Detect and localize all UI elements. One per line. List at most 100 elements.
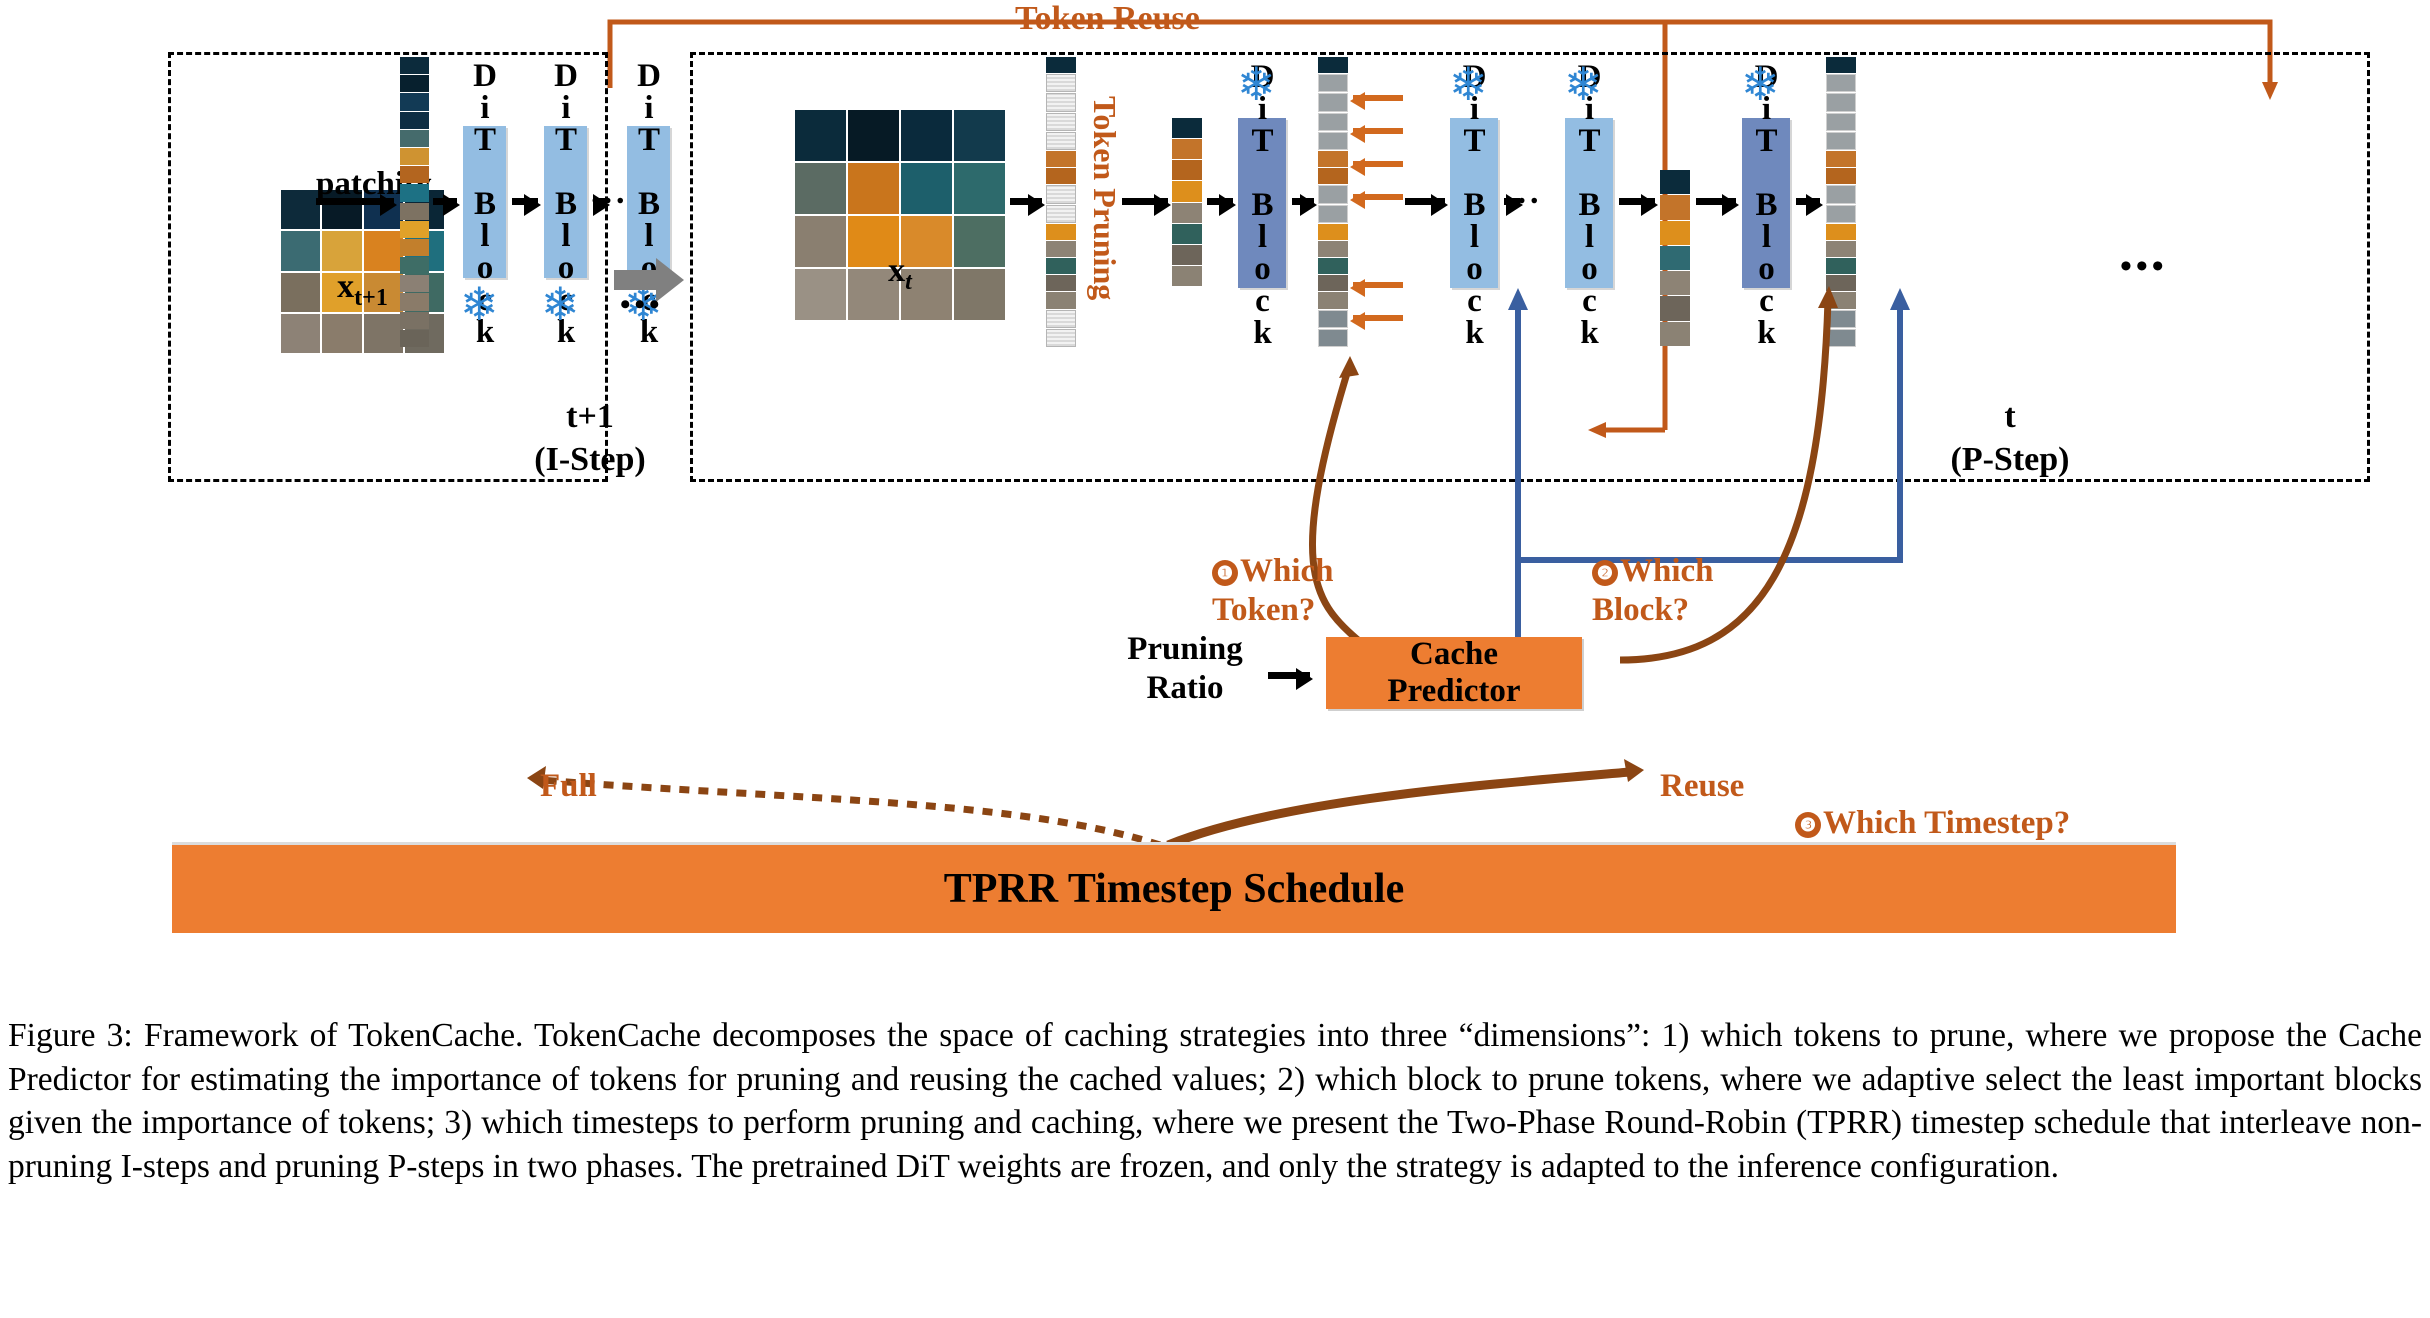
token xyxy=(1826,240,1856,258)
token xyxy=(1046,150,1076,168)
block1-out-arrow xyxy=(1292,194,1317,216)
token-pruned xyxy=(1046,185,1076,204)
token xyxy=(1172,202,1202,223)
token xyxy=(1046,258,1076,275)
block-arrow-left-1 xyxy=(512,194,541,216)
token-pruning-arrow xyxy=(1122,194,1171,216)
patch-cell xyxy=(322,313,362,353)
token-cached xyxy=(1318,185,1348,204)
step-label-left: t+1 (I-Step) xyxy=(500,396,680,481)
token xyxy=(400,275,429,293)
cache-inject-arrow xyxy=(1350,279,1403,297)
step-label-right-line1: t xyxy=(2004,398,2016,435)
token xyxy=(1172,223,1202,244)
dit-block-right-1[interactable]: DiT Block xyxy=(1238,59,1286,347)
token-cached xyxy=(1826,328,1856,347)
token xyxy=(1318,223,1348,240)
token xyxy=(1826,292,1856,309)
token xyxy=(1318,57,1348,74)
pruning-ratio-line2: Ratio xyxy=(1146,669,1224,706)
tprr-schedule-label: TPRR Timestep Schedule xyxy=(943,866,1405,912)
snowflake-icon: ❄ xyxy=(541,279,580,330)
cache-predictor-line1: Cache xyxy=(1410,636,1498,673)
token xyxy=(1046,223,1076,240)
token-cached xyxy=(1318,112,1348,131)
cache-predictor-line2: Predictor xyxy=(1387,673,1521,709)
token-cached xyxy=(1826,309,1856,328)
token-pruned xyxy=(1046,328,1076,347)
token xyxy=(1660,170,1690,195)
token xyxy=(1046,240,1076,258)
token-column-output xyxy=(1826,57,1856,347)
step-label-right: t (P-Step) xyxy=(1900,396,2120,481)
token xyxy=(400,293,429,311)
snowflake-icon: ❄ xyxy=(1449,59,1488,110)
token xyxy=(400,329,429,347)
token-pruned xyxy=(1046,112,1076,131)
input-symbol-left: x xyxy=(337,268,355,305)
token-cached xyxy=(1318,93,1348,112)
dit-block-left-1[interactable]: DiT Block xyxy=(463,58,506,346)
token xyxy=(1318,150,1348,168)
question-1-line1: Which xyxy=(1240,553,1334,589)
token-cached xyxy=(1826,93,1856,112)
token xyxy=(1046,168,1076,185)
trailing-ellipsis: ••• xyxy=(2120,248,2168,285)
token-reuse-label: Token Reuse xyxy=(1015,0,1200,37)
token xyxy=(1318,240,1348,258)
token-cached xyxy=(1826,185,1856,204)
token xyxy=(1046,275,1076,292)
token xyxy=(1172,181,1202,202)
dit-block-right-4[interactable]: DiT Block xyxy=(1742,59,1790,347)
cached-to-block2-arrow xyxy=(1405,194,1448,216)
token xyxy=(400,129,429,147)
token-pruning-label: Token Pruning xyxy=(1087,96,1123,301)
token xyxy=(400,75,429,93)
question-3-text: Which Timestep? xyxy=(1823,805,2071,841)
token xyxy=(1172,118,1202,139)
input-subscript-right: t xyxy=(905,268,912,295)
input-symbol-right: x xyxy=(888,252,906,289)
dit-block-right-3[interactable]: DiT Block xyxy=(1565,59,1613,347)
token xyxy=(1172,265,1202,286)
token-pruned xyxy=(1046,93,1076,112)
token xyxy=(1660,195,1690,220)
token xyxy=(1826,150,1856,168)
token-to-block-arrow-left xyxy=(433,194,460,216)
token-cached xyxy=(1318,309,1348,328)
patch-cell xyxy=(901,110,952,161)
question-1: ❶ Which Token? xyxy=(1212,552,1334,630)
step-label-left-line1: t+1 xyxy=(566,398,614,435)
snowflake-icon: ❄ xyxy=(460,279,499,330)
cache-inject-arrow xyxy=(1350,191,1403,209)
snowflake-icon: ❄ xyxy=(1237,59,1276,110)
token-cached xyxy=(1826,204,1856,223)
tprr-schedule-bar[interactable]: TPRR Timestep Schedule xyxy=(172,845,2176,933)
patch-cell xyxy=(363,231,403,271)
token xyxy=(400,184,429,202)
dit-block-left-2[interactable]: DiT Block xyxy=(544,58,587,346)
token xyxy=(1826,57,1856,74)
cache-inject-arrow xyxy=(1350,312,1403,330)
patch-cell xyxy=(848,163,899,214)
dit-block-right-2[interactable]: DiT Block xyxy=(1450,59,1498,347)
question-2-line1: Which xyxy=(1620,553,1714,589)
token-pruned xyxy=(1046,204,1076,223)
token-cached xyxy=(1318,131,1348,150)
blocks-ellipsis-right: ... xyxy=(1505,174,1543,211)
token xyxy=(400,57,429,75)
figure-caption: Figure 3: Framework of TokenCache. Token… xyxy=(8,1017,2422,1185)
token xyxy=(1046,57,1076,74)
input-label-right: xt xyxy=(795,252,1005,296)
token-cached xyxy=(1826,112,1856,131)
token xyxy=(1172,139,1202,160)
pruned-to-block-arrow xyxy=(1207,194,1236,216)
token-cached xyxy=(1826,131,1856,150)
token xyxy=(1172,244,1202,265)
cache-predictor-box[interactable]: Cache Predictor xyxy=(1326,636,1582,709)
patch-cell xyxy=(848,110,899,161)
dit-block-left-3[interactable]: DiT Block xyxy=(627,58,670,346)
token-pruned xyxy=(1046,131,1076,150)
patch-cell xyxy=(795,163,846,214)
token xyxy=(400,202,429,220)
